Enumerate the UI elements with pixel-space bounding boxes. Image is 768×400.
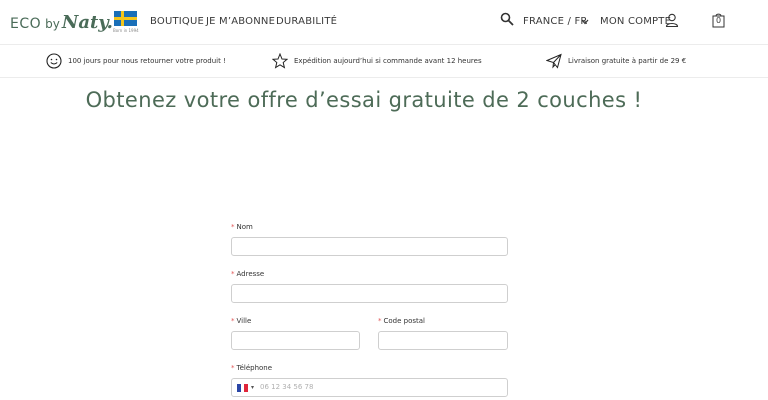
usp-banner: 100 jours pour nous retourner votre prod…	[0, 44, 768, 78]
page-title: Obtenez votre offre d’essai gratuite de …	[85, 88, 643, 112]
label-adresse: * Adresse	[231, 270, 265, 278]
locale-selector[interactable]: FRANCE / FR	[523, 16, 588, 27]
site-header: ECO by Naty. Born in 1994 BOUTIQUE JE M’…	[0, 0, 768, 44]
search-icon[interactable]	[500, 12, 514, 26]
account-link[interactable]: MON COMPTE	[600, 16, 671, 27]
label-telephone: * Téléphone	[231, 364, 273, 372]
banner-text-shipping: Expédition aujourd’hui si commande avant…	[294, 57, 482, 65]
label-nom: * Nom	[231, 223, 253, 231]
star-icon	[272, 53, 288, 69]
logo[interactable]: ECO by Naty.	[10, 12, 113, 33]
telephone-placeholder: 06 12 34 56 78	[260, 383, 314, 391]
user-icon[interactable]	[665, 13, 679, 27]
nav-abonne[interactable]: JE M’ABONNE	[206, 16, 275, 27]
code-postal-input[interactable]	[378, 331, 508, 350]
cart-count: 0	[715, 16, 722, 25]
banner-text-returns: 100 jours pour nous retourner votre prod…	[68, 57, 226, 65]
country-dropdown-caret-icon[interactable]: ▾	[251, 384, 254, 391]
logo-naty: Naty.	[61, 12, 113, 33]
banner-text-delivery: Livraison gratuite à partir de 29 €	[568, 57, 687, 65]
chevron-down-icon[interactable]	[581, 19, 589, 25]
logo-eco: ECO	[10, 16, 42, 32]
telephone-input[interactable]: ▾ 06 12 34 56 78	[231, 378, 508, 397]
nav-durabilite[interactable]: DURABILITÉ	[276, 16, 337, 27]
label-code-postal: * Code postal	[378, 317, 425, 325]
label-ville: * Ville	[231, 317, 252, 325]
sweden-flag-icon	[114, 11, 137, 26]
banner-item-shipping: Expédition aujourd’hui si commande avant…	[272, 53, 482, 69]
banner-item-returns: 100 jours pour nous retourner votre prod…	[46, 53, 226, 69]
country-flag-fr-icon[interactable]	[237, 384, 249, 392]
smiley-icon	[46, 53, 62, 69]
ville-input[interactable]	[231, 331, 360, 350]
banner-item-delivery: Livraison gratuite à partir de 29 €	[546, 53, 686, 69]
nav-boutique[interactable]: BOUTIQUE	[150, 16, 204, 27]
paper-plane-icon	[546, 53, 562, 69]
nom-input[interactable]	[231, 237, 508, 256]
cart-button[interactable]: 0	[712, 13, 725, 28]
adresse-input[interactable]	[231, 284, 508, 303]
flag-caption: Born in 1994	[113, 28, 139, 33]
logo-by: by	[45, 17, 60, 31]
